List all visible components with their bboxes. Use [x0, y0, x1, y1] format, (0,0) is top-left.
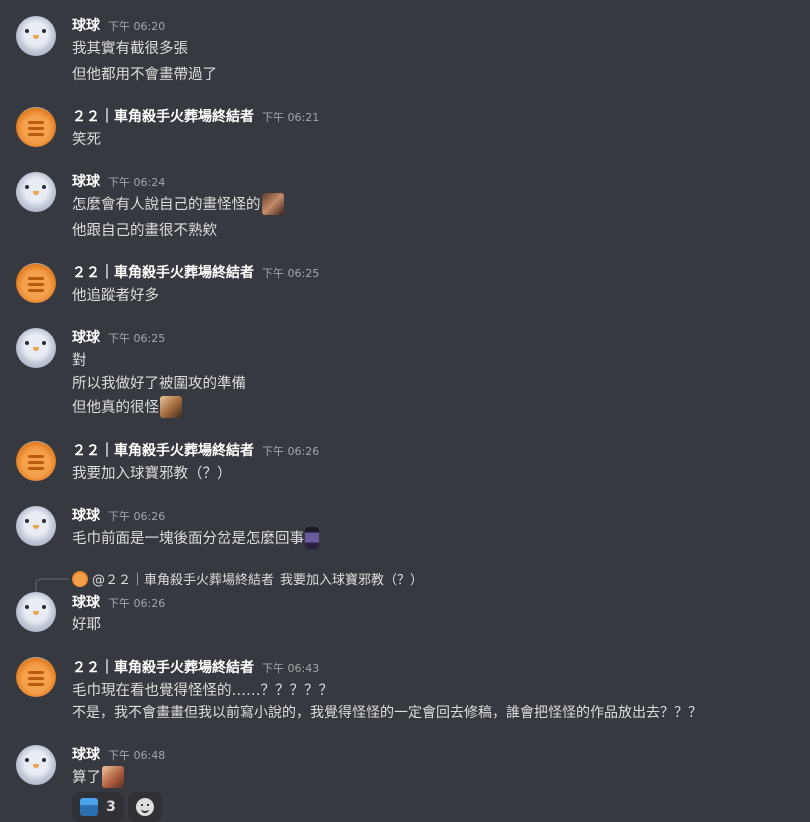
timestamp: 下午 06:26 [108, 510, 166, 523]
avatar[interactable] [16, 16, 56, 56]
timestamp: 下午 06:43 [262, 662, 320, 675]
reaction-count: 3 [106, 799, 116, 815]
reply-avatar [72, 571, 88, 587]
custom-emoji-icon[interactable] [160, 396, 182, 418]
message-text: 我要加入球寶邪教（？） [72, 466, 232, 482]
avatar[interactable] [16, 441, 56, 481]
avatar[interactable] [16, 745, 56, 785]
timestamp: 下午 06:25 [108, 332, 166, 345]
message-text: 但他都用不會畫帶過了 [72, 67, 217, 83]
author-name[interactable]: 球球 [72, 174, 100, 190]
timestamp: 下午 06:26 [262, 445, 320, 458]
message-text: 所以我做好了被圍攻的準備 [72, 376, 246, 392]
timestamp: 下午 06:48 [108, 749, 166, 762]
blue-character-emoji-icon [80, 798, 99, 816]
reaction-button[interactable]: 3 [72, 792, 124, 822]
reply-text[interactable]: 我要加入球寶邪教（？） [280, 573, 423, 588]
author-name[interactable]: ２２｜車角殺手火葬場終結者 [72, 660, 254, 676]
add-reaction-button[interactable] [128, 792, 162, 822]
timestamp: 下午 06:24 [108, 176, 166, 189]
message-text: 他追蹤者好多 [72, 288, 159, 304]
avatar[interactable] [16, 592, 56, 632]
reply-mention[interactable]: @２２｜車角殺手火葬場終結者 [92, 573, 274, 588]
custom-emoji-icon[interactable] [102, 766, 124, 788]
message-text: 算了 [72, 770, 101, 786]
timestamp: 下午 06:25 [262, 267, 320, 280]
reply-reference[interactable]: @２２｜車角殺手火葬場終結者 我要加入球寶邪教（？） [72, 569, 423, 588]
author-name[interactable]: ２２｜車角殺手火葬場終結者 [72, 443, 254, 459]
custom-emoji-icon[interactable] [305, 527, 319, 549]
message-text: 我其實有截很多張 [72, 41, 188, 57]
timestamp: 下午 06:20 [108, 20, 166, 33]
author-name[interactable]: ２２｜車角殺手火葬場終結者 [72, 109, 254, 125]
author-name[interactable]: 球球 [72, 747, 100, 763]
avatar[interactable] [16, 263, 56, 303]
message-text: 但他真的很怪 [72, 400, 159, 416]
author-name[interactable]: 球球 [72, 330, 100, 346]
message-text: 毛巾前面是一塊後面分岔是怎麼回事 [72, 531, 304, 547]
message-text: 他跟自己的畫很不熟欸 [72, 223, 217, 239]
message-text: 不是，我不會畫畫但我以前寫小說的，我覺得怪怪的一定會回去修稿，誰會把怪怪的作品放… [72, 705, 702, 721]
avatar[interactable] [16, 107, 56, 147]
timestamp: 下午 06:26 [108, 597, 166, 610]
author-name[interactable]: 球球 [72, 595, 100, 611]
author-name[interactable]: 球球 [72, 508, 100, 524]
custom-emoji-icon[interactable] [261, 193, 284, 215]
avatar[interactable] [16, 506, 56, 546]
message-text: 對 [72, 353, 87, 369]
add-reaction-icon [136, 798, 154, 816]
avatar[interactable] [16, 657, 56, 697]
message-text: 怎麼會有人說自己的畫怪怪的 [72, 197, 261, 213]
timestamp: 下午 06:21 [262, 111, 320, 124]
author-name[interactable]: ２２｜車角殺手火葬場終結者 [72, 265, 254, 281]
message-text: 好耶 [72, 617, 101, 633]
message-text: 毛巾現在看也覺得怪怪的……？？？？？ [72, 683, 333, 699]
avatar[interactable] [16, 172, 56, 212]
message-text: 笑死 [72, 132, 101, 148]
author-name[interactable]: 球球 [72, 18, 100, 34]
reply-spine [35, 578, 69, 592]
avatar[interactable] [16, 328, 56, 368]
